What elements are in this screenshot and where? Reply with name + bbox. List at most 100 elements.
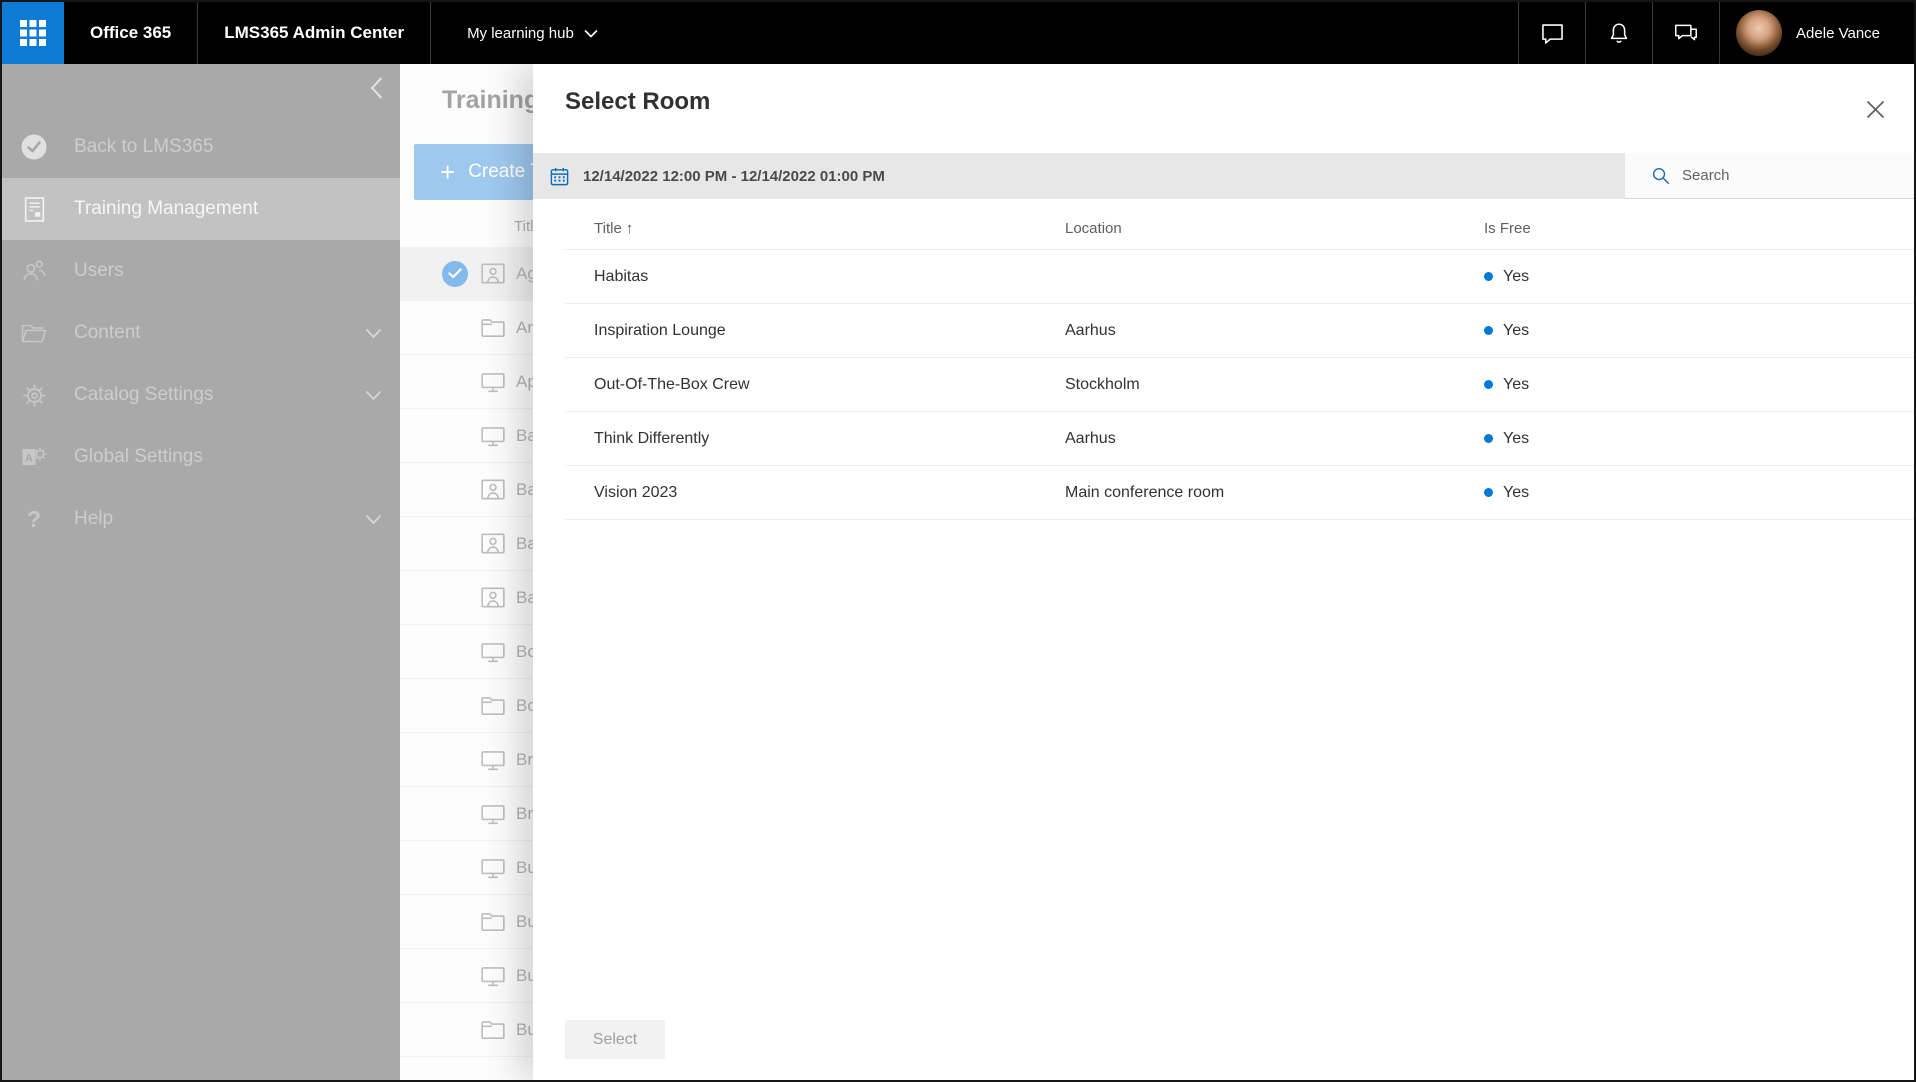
chat-button[interactable] [1519, 2, 1585, 64]
users-icon [18, 258, 50, 284]
room-row[interactable]: Out-Of-The-Box Crew Stockholm Yes [565, 358, 1914, 412]
modal-title: Select Room [565, 88, 711, 115]
folder-icon [480, 1019, 506, 1040]
gear-icon [18, 382, 50, 409]
sidebar-item-label: Content [74, 322, 141, 343]
room-location: Main conference room [1065, 483, 1225, 501]
monitor-icon [480, 749, 506, 771]
feedback-button[interactable] [1653, 2, 1719, 64]
sidebar-item-label: Users [74, 260, 124, 281]
room-location: Aarhus [1065, 321, 1116, 339]
sidebar: Back to LMS365 Training Management Users… [2, 64, 400, 1080]
hub-dropdown[interactable]: My learning hub [431, 2, 628, 64]
room-title: Out-Of-The-Box Crew [594, 375, 750, 393]
sidebar-item-users[interactable]: Users [2, 240, 400, 302]
selected-check-icon [442, 260, 468, 287]
room-row[interactable]: Vision 2023 Main conference room Yes [565, 466, 1914, 520]
sidebar-item-label: Training Management [74, 198, 259, 219]
news-icon [18, 196, 50, 223]
sidebar-nav: Back to LMS365 Training Management Users… [2, 116, 400, 550]
folder-icon [480, 317, 506, 338]
sidebar-item-label: Catalog Settings [74, 384, 214, 405]
svg-text:A: A [25, 453, 33, 465]
room-row[interactable]: Habitas Yes [565, 250, 1914, 304]
room-row[interactable]: Think Differently Aarhus Yes [565, 412, 1914, 466]
select-button[interactable]: Select [565, 1020, 665, 1059]
feedback-icon [1675, 24, 1698, 40]
course-badge-icon [480, 478, 506, 501]
bell-icon [1610, 23, 1628, 43]
sidebar-item-label: Global Settings [74, 446, 203, 467]
account-menu[interactable]: Adele Vance [1720, 2, 1914, 64]
account-name: Adele Vance [1796, 24, 1880, 42]
room-row[interactable]: Inspiration Lounge Aarhus Yes [565, 304, 1914, 358]
room-title: Think Differently [594, 429, 710, 447]
plus-icon: + [440, 157, 456, 187]
free-status-dot-icon [1484, 488, 1493, 497]
app-window: Office 365 LMS365 Admin Center My learni… [0, 0, 1916, 1082]
sidebar-item-training-management[interactable]: Training Management [2, 178, 400, 240]
room-is-free: Yes [1484, 430, 1914, 448]
free-status-label: Yes [1503, 483, 1530, 501]
sort-ascending-icon: ↑ [625, 219, 634, 237]
sidebar-item-back-to-lms365[interactable]: Back to LMS365 [2, 116, 400, 178]
course-badge-icon [480, 586, 506, 609]
chevron-down-icon [584, 29, 598, 38]
avatar [1736, 10, 1783, 56]
room-is-free: Yes [1484, 484, 1914, 502]
app-gear-icon: A [18, 444, 50, 470]
room-location: Aarhus [1065, 429, 1116, 447]
monitor-icon [480, 803, 506, 825]
search-box [1625, 153, 1914, 199]
chevron-down-icon [365, 514, 382, 525]
sidebar-item-catalog-settings[interactable]: Catalog Settings [2, 364, 400, 426]
room-title: Habitas [594, 267, 649, 285]
sidebar-collapse-button[interactable] [369, 76, 384, 100]
admin-center-title[interactable]: LMS365 Admin Center [198, 2, 430, 64]
column-header-is-free[interactable]: Is Free [1484, 220, 1914, 237]
folder-icon [480, 911, 506, 932]
monitor-icon [480, 965, 506, 987]
monitor-icon [480, 425, 506, 447]
free-status-label: Yes [1503, 429, 1530, 447]
app-launcher-button[interactable] [2, 2, 64, 64]
monitor-icon [480, 641, 506, 663]
free-status-label: Yes [1503, 267, 1530, 285]
sidebar-item-global-settings[interactable]: A Global Settings [2, 426, 400, 488]
sidebar-item-label: Back to LMS365 [74, 136, 214, 157]
date-range-button[interactable]: 12/14/2022 12:00 PM - 12/14/2022 01:00 P… [533, 153, 1625, 199]
folder-icon [18, 321, 50, 345]
sidebar-item-label: Help [74, 508, 114, 529]
monitor-icon [480, 857, 506, 879]
modal-toolbar: 12/14/2022 12:00 PM - 12/14/2022 01:00 P… [533, 153, 1914, 199]
room-table-header: Title ↑ Location Is Free [565, 207, 1914, 250]
column-header-title[interactable]: Title ↑ [594, 220, 1065, 237]
folder-icon [480, 695, 506, 716]
free-status-dot-icon [1484, 434, 1493, 443]
sidebar-item-help[interactable]: ? Help [2, 488, 400, 550]
monitor-icon [480, 371, 506, 393]
calendar-icon [549, 166, 570, 187]
room-table-body: Habitas Yes Inspiration Lounge Aarhus Ye… [565, 250, 1914, 520]
sidebar-item-content[interactable]: Content [2, 302, 400, 364]
brand-office365[interactable]: Office 365 [64, 2, 197, 64]
free-status-dot-icon [1484, 272, 1493, 281]
hub-label: My learning hub [467, 24, 574, 42]
room-is-free: Yes [1484, 376, 1914, 394]
top-bar: Office 365 LMS365 Admin Center My learni… [2, 2, 1914, 64]
search-input[interactable] [1682, 167, 1882, 184]
room-title: Vision 2023 [594, 483, 678, 501]
question-icon: ? [26, 505, 42, 532]
chevron-down-icon [365, 328, 382, 339]
search-icon [1651, 166, 1670, 185]
close-button[interactable] [1862, 96, 1888, 122]
column-header-location[interactable]: Location [1065, 220, 1484, 237]
course-badge-icon [480, 262, 506, 285]
close-icon [1866, 100, 1884, 118]
free-status-dot-icon [1484, 326, 1493, 335]
chat-icon [1541, 23, 1563, 44]
room-is-free: Yes [1484, 268, 1914, 286]
notifications-button[interactable] [1586, 2, 1652, 64]
free-status-label: Yes [1503, 321, 1530, 339]
